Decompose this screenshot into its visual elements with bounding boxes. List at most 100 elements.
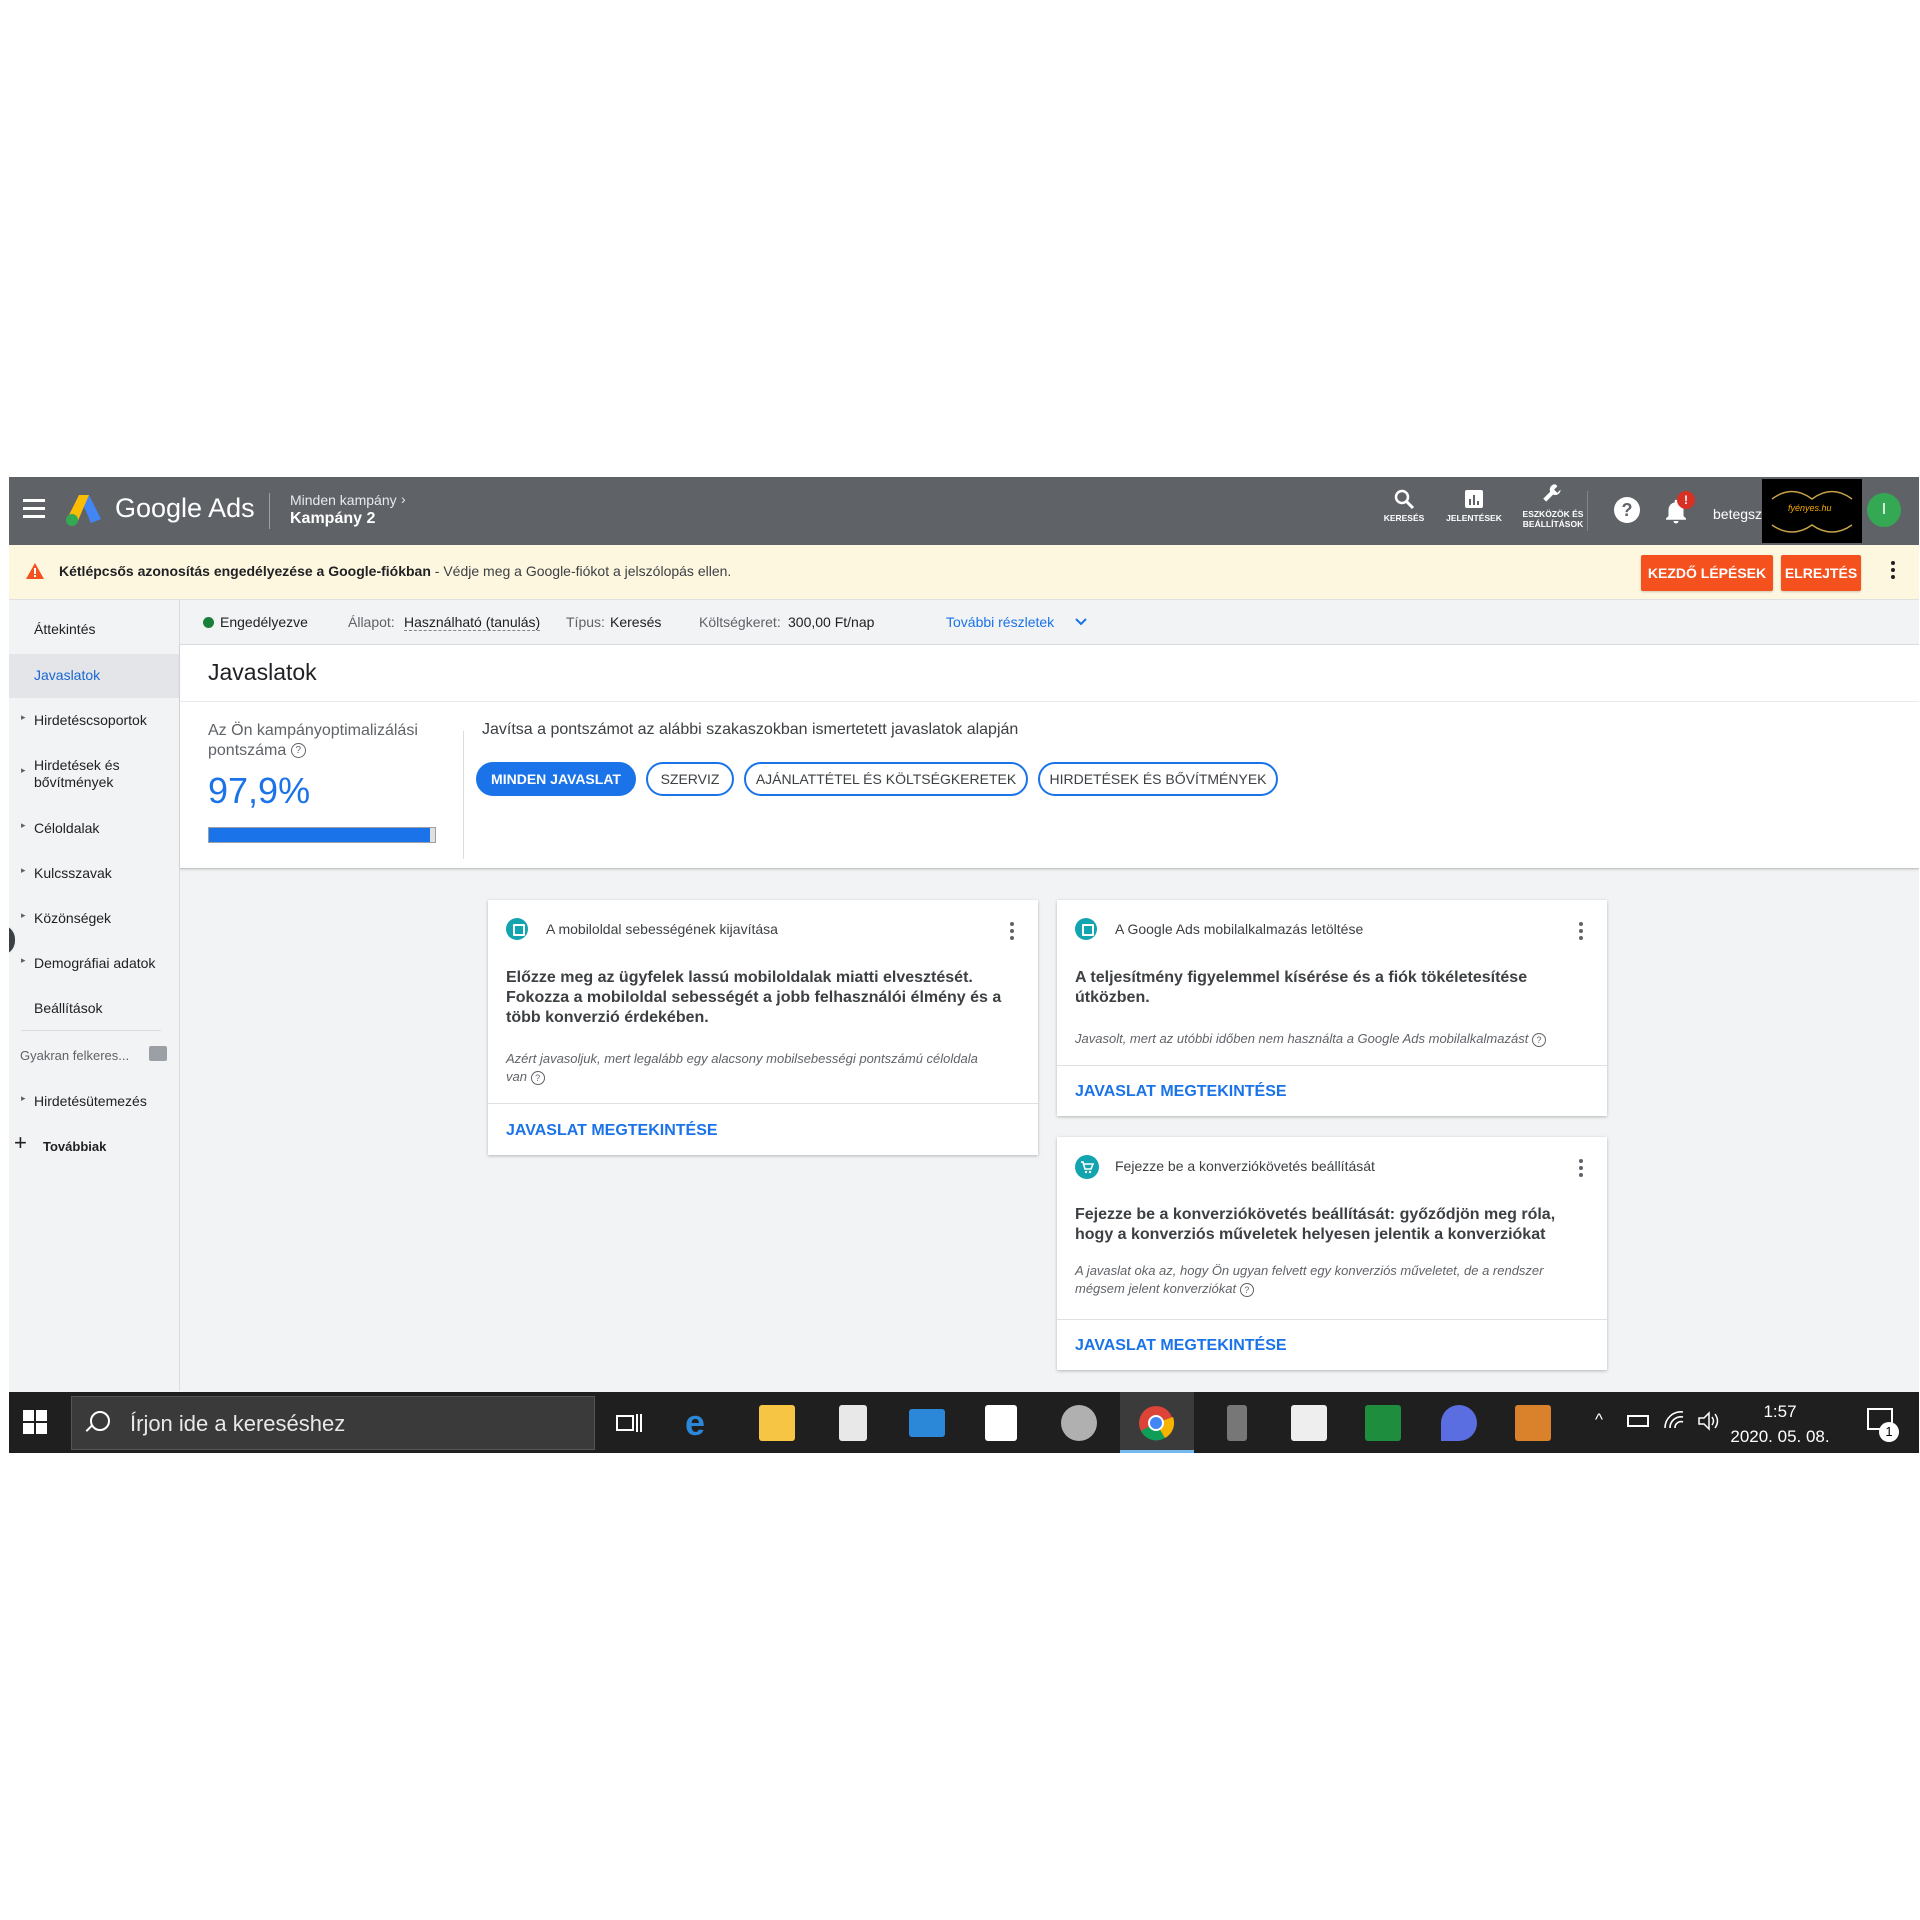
asphalt-game-icon[interactable] <box>1291 1405 1327 1441</box>
sidebar-item-label: Hirdetéscsoportok <box>34 712 147 728</box>
main-content: Engedélyezve Állapot: Használható (tanul… <box>180 600 1919 1391</box>
budget-value: 300,00 Ft/nap <box>788 614 875 630</box>
taskbar-clock[interactable]: 1:57 2020. 05. 08. <box>1725 1399 1835 1449</box>
game-app-icon-2[interactable] <box>1515 1405 1551 1441</box>
sidebar-item-label: Céloldalak <box>34 820 100 836</box>
filter-ads-extensions[interactable]: HIRDETÉSEK ÉS BŐVÍTMÉNYEK <box>1038 762 1278 796</box>
calculator-icon[interactable] <box>839 1405 867 1441</box>
chevron-down-icon[interactable] <box>1074 617 1088 627</box>
account-name[interactable]: betegsz <box>1713 506 1762 522</box>
feedback-icon[interactable] <box>149 1046 167 1061</box>
account-logo[interactable]: fyényes.hu <box>1762 479 1862 543</box>
tools-settings-button[interactable]: ESZKÖZÖK ÉS BEÁLLÍTÁSOK <box>1513 481 1593 529</box>
sidebar-item-label: Javaslatok <box>34 667 101 683</box>
help-circle-icon[interactable]: ? <box>1531 1033 1546 1047</box>
status-dot-icon <box>203 617 214 628</box>
reports-tool-button[interactable]: JELENTÉSEK <box>1434 487 1514 523</box>
expand-arrow-icon: ▸ <box>21 910 26 920</box>
help-circle-icon[interactable]: ? <box>1239 1283 1254 1297</box>
hamburger-menu-icon[interactable] <box>23 499 45 523</box>
card-divider <box>1057 1319 1607 1320</box>
filter-bidding-budgets[interactable]: AJÁNLATTÉTEL ÉS KÖLTSÉGKERETEK <box>744 762 1028 796</box>
card-description: A teljesítmény figyelemmel kísérése és a… <box>1075 968 1527 1008</box>
header-divider <box>269 493 270 529</box>
snipping-tool-icon[interactable] <box>1061 1405 1097 1441</box>
search-tool-label: KERESÉS <box>1383 513 1425 523</box>
card-description: Előzze meg az ügyfelek lassú mobiloldala… <box>506 968 1001 1028</box>
card-description-line: útközben. <box>1075 989 1150 1006</box>
card-description: Fejezze be a konverziókövetés beállításá… <box>1075 1205 1555 1245</box>
card-description-line: Fokozza a mobiloldal sebességét a jobb f… <box>506 989 1002 1006</box>
card-description-line: hogy a konverziós műveletek helyesen jel… <box>1075 1226 1546 1243</box>
card-title: A mobiloldal sebességének kijavítása <box>546 921 778 937</box>
status-value-text: Használható (tanulás) <box>404 614 541 631</box>
more-options-icon[interactable] <box>1891 561 1895 582</box>
frequently-visited-label: Gyakran felkeres... <box>20 1048 130 1063</box>
expand-arrow-icon: ▸ <box>21 820 26 830</box>
sidebar-item-label: Kulcsszavak <box>34 865 112 881</box>
view-recommendation-link[interactable]: JAVASLAT MEGTEKINTÉSE <box>506 1122 718 1140</box>
battery-icon[interactable] <box>1627 1415 1649 1427</box>
breadcrumb-current[interactable]: Kampány 2 <box>290 510 375 528</box>
sidebar-item-label: Hirdetésütemezés <box>34 1093 147 1109</box>
microphone-app-icon[interactable] <box>1227 1405 1247 1441</box>
plus-icon[interactable]: + <box>14 1130 27 1156</box>
search-icon <box>1394 489 1415 510</box>
taskbar-time: 1:57 <box>1763 1402 1797 1421</box>
campaign-state[interactable]: Engedélyezve <box>220 614 308 630</box>
avatar[interactable]: I <box>1867 493 1901 527</box>
card-description-line: Előzze meg az ügyfelek lassú mobiloldala… <box>506 969 973 986</box>
card-more-options-icon[interactable] <box>1579 1159 1583 1180</box>
more-details-link[interactable]: További részletek <box>946 614 1054 630</box>
file-explorer-icon[interactable] <box>759 1405 795 1441</box>
help-icon[interactable]: ? <box>1614 497 1640 523</box>
status-value[interactable]: Használható (tanulás) <box>404 614 541 631</box>
windows-start-icon[interactable] <box>23 1410 48 1435</box>
help-circle-icon[interactable]: ? <box>530 1071 545 1085</box>
chrome-icon[interactable] <box>1138 1405 1174 1441</box>
view-recommendation-link[interactable]: JAVASLAT MEGTEKINTÉSE <box>1075 1083 1287 1101</box>
paint-app-icon[interactable] <box>1441 1405 1477 1441</box>
taskbar-search-placeholder: Írjon ide a kereséshez <box>130 1411 346 1436</box>
sidebar-item-recommendations[interactable]: Javaslatok <box>9 654 179 698</box>
sidebar-item-label: Demográfiai adatok <box>34 955 156 971</box>
account-logo-text: fyényes.hu <box>1788 503 1832 513</box>
panel-divider <box>180 701 1919 702</box>
get-started-button[interactable]: KEZDŐ LÉPÉSEK <box>1641 555 1773 591</box>
google-ads-logo-icon <box>66 495 101 526</box>
mail-icon[interactable] <box>909 1409 945 1437</box>
task-view-icon[interactable] <box>615 1409 643 1437</box>
search-tool-button[interactable]: KERESÉS <box>1364 487 1444 523</box>
optimization-score-fill <box>209 828 431 842</box>
store-icon[interactable] <box>985 1405 1017 1441</box>
sidebar-collapse-handle[interactable] <box>9 925 15 955</box>
volume-icon[interactable] <box>1697 1410 1721 1432</box>
filter-all-recommendations[interactable]: MINDEN JAVASLAT <box>476 762 636 796</box>
card-reason-line: van <box>506 1069 527 1084</box>
type-label: Típus: <box>566 614 605 630</box>
sidebar-item-label: Hirdetések és bővítmények <box>34 757 120 790</box>
wifi-icon[interactable] <box>1663 1408 1687 1432</box>
dismiss-button[interactable]: ELREJTÉS <box>1781 555 1861 591</box>
breadcrumb-parent[interactable]: Minden kampány <box>290 492 397 508</box>
tray-expand-icon[interactable]: ^ <box>1595 1410 1603 1430</box>
filter-repairs[interactable]: SZERVIZ <box>646 762 734 796</box>
card-title: Fejezze be a konverziókövetés beállításá… <box>1115 1158 1375 1174</box>
view-recommendation-link[interactable]: JAVASLAT MEGTEKINTÉSE <box>1075 1337 1287 1355</box>
expand-arrow-icon: ▸ <box>21 955 26 965</box>
card-more-options-icon[interactable] <box>1579 922 1583 943</box>
top-header: Google Ads Minden kampány › Kampány 2 KE… <box>9 477 1919 545</box>
warning-message: Kétlépcsős azonosítás engedélyezése a Go… <box>59 563 731 579</box>
sidebar-item-label: Áttekintés <box>34 621 96 637</box>
recommendation-card-mobile-speed: A mobiloldal sebességének kijavítása Elő… <box>488 900 1038 1155</box>
taskbar-search-box[interactable]: Írjon ide a kereséshez <box>71 1396 595 1450</box>
improve-score-hint: Javítsa a pontszámot az alábbi szakaszok… <box>482 721 1019 738</box>
game-app-icon[interactable] <box>1365 1405 1401 1441</box>
card-reason-line: mégsem jelent konverziókat <box>1075 1281 1237 1296</box>
card-more-options-icon[interactable] <box>1010 922 1014 943</box>
brand-name[interactable]: Google Ads <box>115 493 255 524</box>
notification-badge: ! <box>1677 491 1695 509</box>
card-reason-line: Javasolt, mert az utóbbi időben nem hasz… <box>1075 1031 1529 1046</box>
edge-browser-icon[interactable]: e <box>685 1402 705 1444</box>
help-circle-icon[interactable]: ? <box>290 743 306 759</box>
